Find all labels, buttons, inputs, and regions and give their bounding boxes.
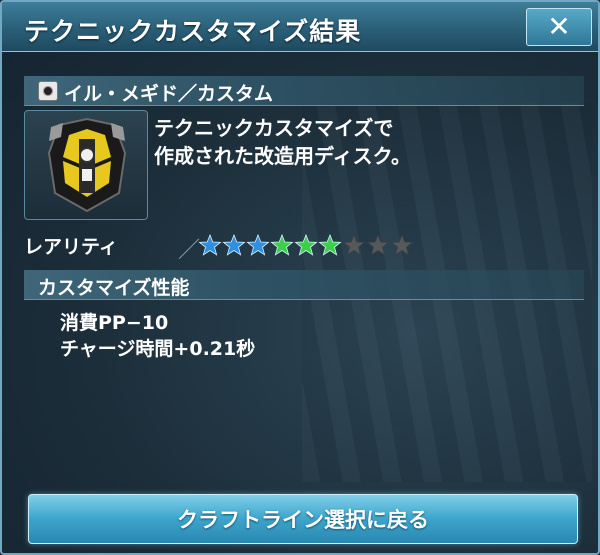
rarity-star-icon xyxy=(270,234,294,256)
back-button-label: クラフトライン選択に戻る xyxy=(177,508,429,532)
item-name: イル・メギド／カスタム xyxy=(64,83,274,105)
performance-list: 消費PP−10 チャージ時間+0.21秒 xyxy=(60,310,255,362)
rarity-star-icon xyxy=(366,234,390,256)
performance-line: 消費PP−10 xyxy=(60,312,169,334)
item-name-bar: イル・メギド／カスタム xyxy=(24,76,584,106)
close-icon: ✕ xyxy=(547,10,571,43)
rarity-star-icon xyxy=(390,234,414,256)
rarity-star-icon xyxy=(198,234,222,256)
item-image-frame xyxy=(24,110,148,220)
title-bar: テクニックカスタマイズ結果 ✕ xyxy=(2,2,598,52)
rarity-star-icon xyxy=(318,234,342,256)
rarity-star-icon xyxy=(342,234,366,256)
rarity-separator: ／ xyxy=(178,238,201,263)
window-title: テクニックカスタマイズ結果 xyxy=(24,17,362,46)
performance-header-bar: カスタマイズ性能 xyxy=(24,270,584,300)
disc-icon xyxy=(38,81,58,101)
performance-line: チャージ時間+0.21秒 xyxy=(60,338,256,360)
rarity-star-icon xyxy=(246,234,270,256)
rarity-label: レアリティ xyxy=(24,236,118,258)
item-description: テクニックカスタマイズで 作成された改造用ディスク。 xyxy=(154,116,411,168)
rarity-star-icon xyxy=(222,234,246,256)
performance-header: カスタマイズ性能 xyxy=(38,277,190,299)
back-to-craft-line-button[interactable]: クラフトライン選択に戻る xyxy=(28,494,578,544)
rarity-stars xyxy=(198,234,414,256)
close-button[interactable]: ✕ xyxy=(526,8,592,46)
item-art-icon xyxy=(47,117,127,213)
rarity-star-icon xyxy=(294,234,318,256)
result-window: テクニックカスタマイズ結果 ✕ イル・メギド／カスタム テクニックカスタマイズで… xyxy=(0,0,600,555)
